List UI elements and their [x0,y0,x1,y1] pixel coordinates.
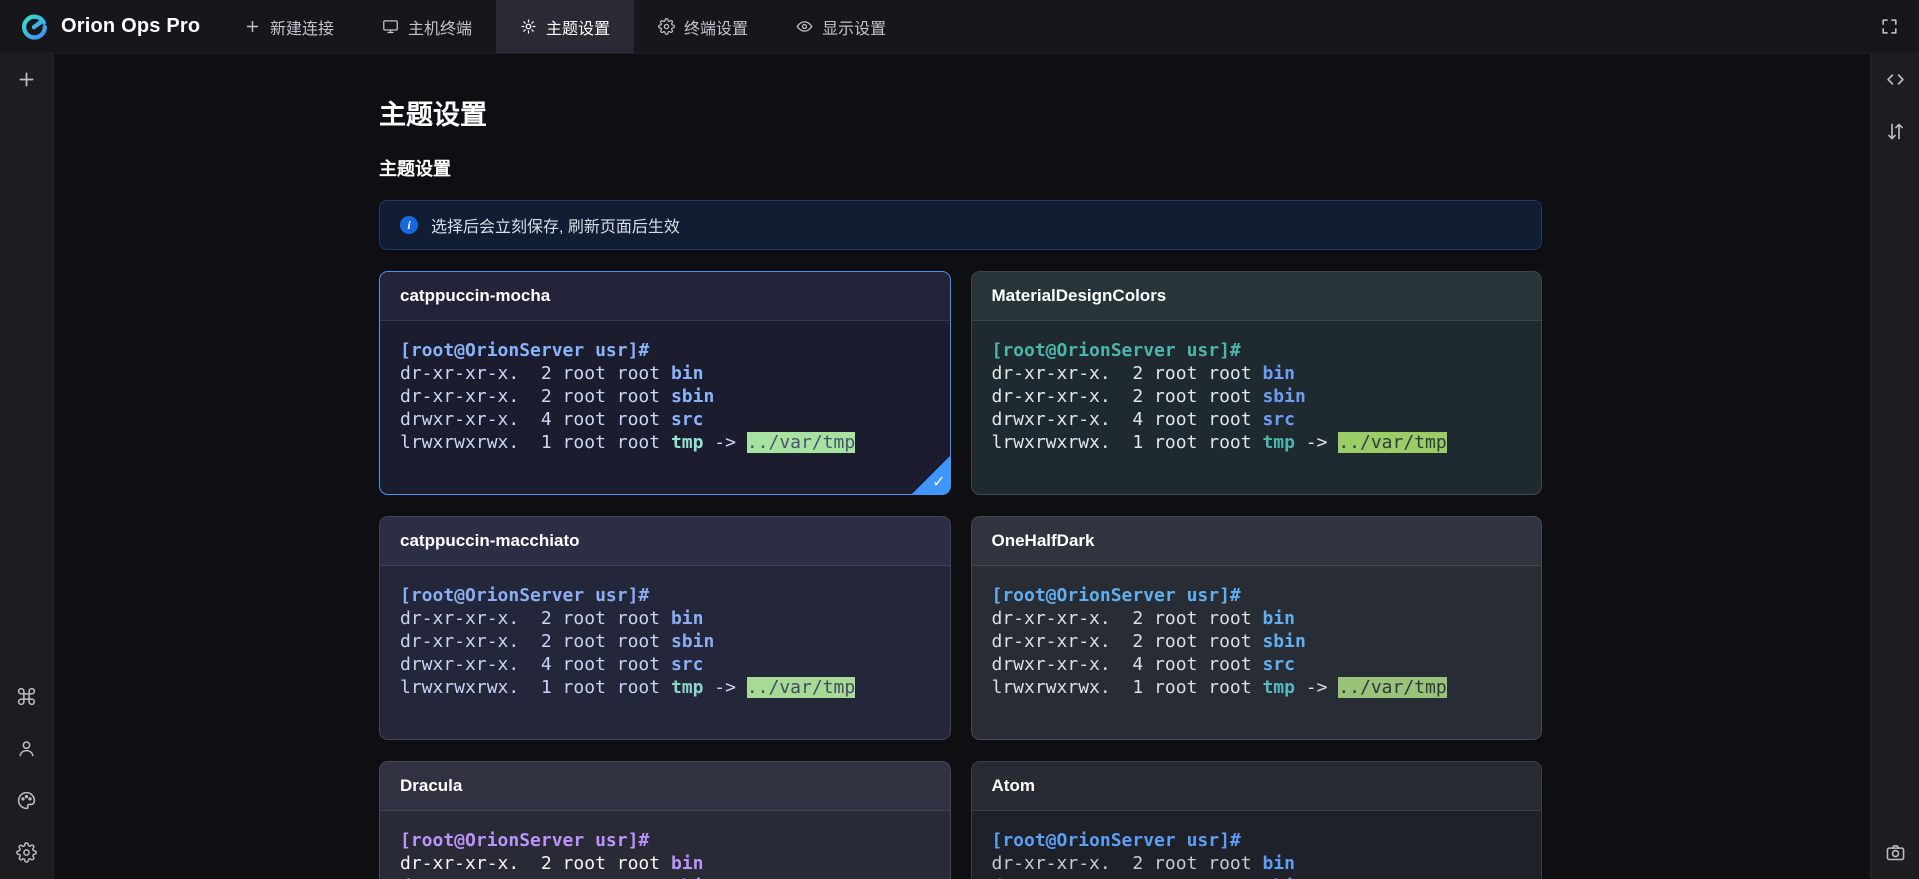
theme-card-title: Dracula [380,762,950,811]
check-icon: ✓ [932,472,945,492]
nav-theme-settings[interactable]: 主题设置 [496,0,634,53]
nav-terminal-settings[interactable]: 终端设置 [634,0,772,53]
theme-grid: catppuccin-mocha[root@OrionServer usr]#d… [379,271,1542,879]
page-title: 主题设置 [379,100,1542,130]
terminal-preview: [root@OrionServer usr]#dr-xr-xr-x. 2 roo… [380,811,950,879]
nav-label: 新建连接 [270,15,334,39]
terminal-preview: [root@OrionServer usr]#dr-xr-xr-x. 2 roo… [972,811,1542,879]
info-circle-icon: i [400,216,418,234]
theme-card-title: catppuccin-mocha [380,272,950,321]
nav-label: 主机终端 [408,15,472,39]
top-nav: 新建连接 主机终端 主题设置 终端设置 显示设置 [220,0,910,53]
nav-label: 终端设置 [684,15,748,39]
app-brand: Orion Ops Pro [0,11,220,43]
nav-label: 显示设置 [822,15,886,39]
theme-settings-icon [520,18,537,35]
right-sidebar [1870,54,1919,879]
code-icon[interactable] [1885,69,1906,90]
plus-icon [244,18,261,35]
theme-icon[interactable] [16,790,37,811]
theme-card-title: MaterialDesignColors [972,272,1542,321]
theme-card-title: catppuccin-macchiato [380,517,950,566]
nav-new-connection[interactable]: 新建连接 [220,0,358,53]
terminal-preview: [root@OrionServer usr]#dr-xr-xr-x. 2 roo… [972,321,1542,494]
left-sidebar [0,54,54,879]
orion-logo-icon [18,11,50,43]
theme-card-Atom[interactable]: Atom[root@OrionServer usr]#dr-xr-xr-x. 2… [971,761,1543,879]
theme-card-title: Atom [972,762,1542,811]
theme-card-catppuccin-mocha[interactable]: catppuccin-mocha[root@OrionServer usr]#d… [379,271,951,495]
theme-card-MaterialDesignColors[interactable]: MaterialDesignColors[root@OrionServer us… [971,271,1543,495]
theme-card-catppuccin-macchiato[interactable]: catppuccin-macchiato[root@OrionServer us… [379,516,951,740]
host-terminal-icon [382,18,399,35]
theme-card-title: OneHalfDark [972,517,1542,566]
camera-icon[interactable] [1885,842,1906,863]
terminal-preview: [root@OrionServer usr]#dr-xr-xr-x. 2 roo… [972,566,1542,739]
nav-host-terminal[interactable]: 主机终端 [358,0,496,53]
terminal-preview: [root@OrionServer usr]#dr-xr-xr-x. 2 roo… [380,566,950,739]
sort-icon[interactable] [1885,121,1906,142]
user-icon[interactable] [16,738,37,759]
new-tab-plus-icon[interactable] [16,69,37,90]
command-icon[interactable] [16,686,37,707]
info-alert-text: 选择后会立刻保存, 刷新页面后生效 [431,213,680,237]
top-nav-bar: Orion Ops Pro 新建连接 主机终端 主题设置 终端设置 显示设置 [0,0,1919,54]
app-title: Orion Ops Pro [61,15,200,38]
nav-label: 主题设置 [546,15,610,39]
main-content: 主题设置 主题设置 i 选择后会立刻保存, 刷新页面后生效 catppuccin… [54,54,1870,879]
terminal-preview: [root@OrionServer usr]#dr-xr-xr-x. 2 roo… [380,321,950,494]
fullscreen-icon[interactable] [1880,17,1899,36]
theme-card-OneHalfDark[interactable]: OneHalfDark[root@OrionServer usr]#dr-xr-… [971,516,1543,740]
display-settings-icon [796,18,813,35]
theme-card-Dracula[interactable]: Dracula[root@OrionServer usr]#dr-xr-xr-x… [379,761,951,879]
nav-display-settings[interactable]: 显示设置 [772,0,910,53]
settings-icon[interactable] [16,842,37,863]
info-alert: i 选择后会立刻保存, 刷新页面后生效 [379,200,1542,250]
section-title: 主题设置 [379,158,1542,180]
terminal-settings-icon [658,18,675,35]
